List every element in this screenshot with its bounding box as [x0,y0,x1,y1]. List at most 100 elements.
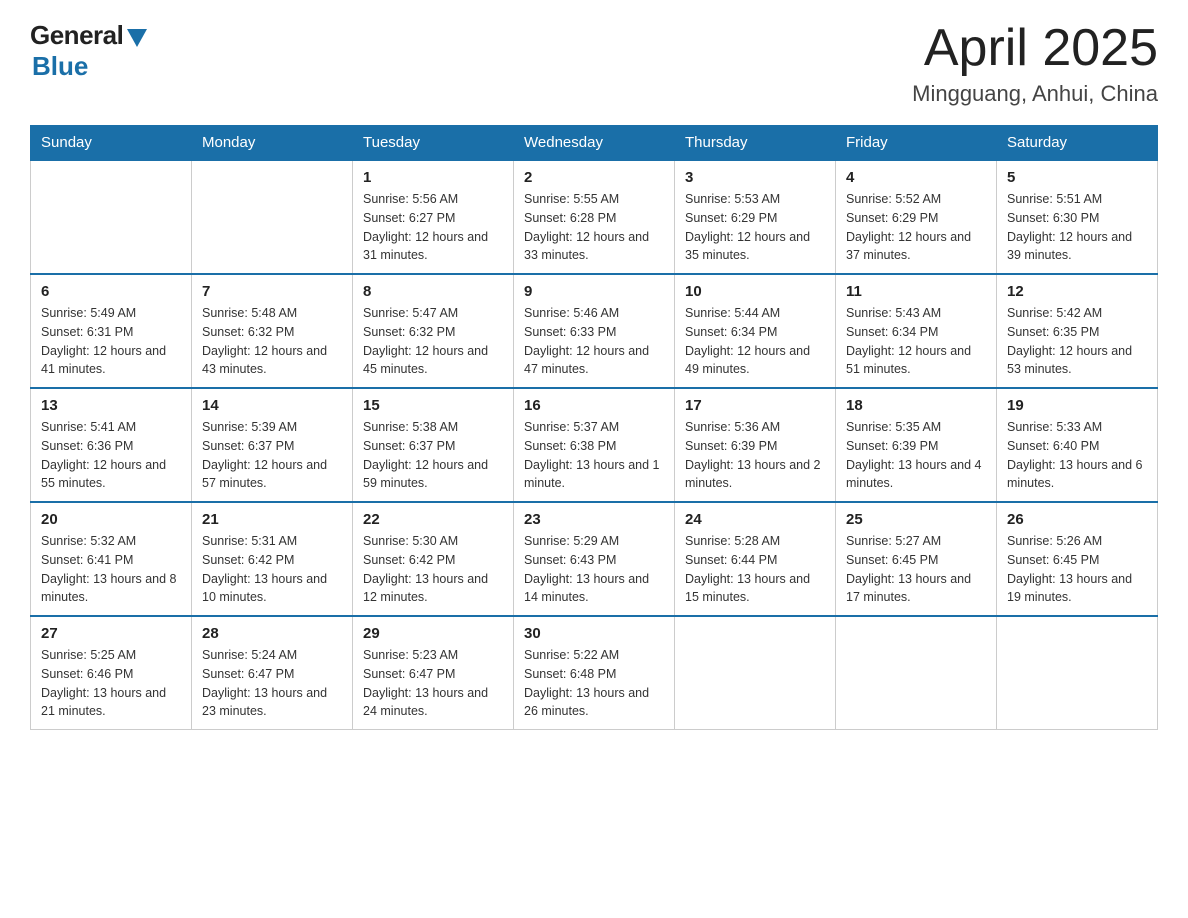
calendar-week-row: 6 Sunrise: 5:49 AM Sunset: 6:31 PM Daylig… [31,274,1158,388]
calendar-day-header: Sunday [31,126,192,161]
day-info: Sunrise: 5:52 AM Sunset: 6:29 PM Dayligh… [846,190,986,265]
day-info: Sunrise: 5:32 AM Sunset: 6:41 PM Dayligh… [41,532,181,607]
calendar-cell: 13 Sunrise: 5:41 AM Sunset: 6:36 PM Dayli… [31,388,192,502]
day-number: 26 [1007,511,1147,528]
calendar-cell: 7 Sunrise: 5:48 AM Sunset: 6:32 PM Daylig… [192,274,353,388]
calendar-day-header: Wednesday [514,126,675,161]
calendar-cell: 21 Sunrise: 5:31 AM Sunset: 6:42 PM Dayli… [192,502,353,616]
day-number: 21 [202,511,342,528]
day-info: Sunrise: 5:24 AM Sunset: 6:47 PM Dayligh… [202,646,342,721]
day-info: Sunrise: 5:55 AM Sunset: 6:28 PM Dayligh… [524,190,664,265]
day-number: 23 [524,511,664,528]
logo-triangle-icon [127,29,147,47]
day-number: 12 [1007,283,1147,300]
calendar-cell: 3 Sunrise: 5:53 AM Sunset: 6:29 PM Daylig… [675,160,836,274]
calendar-day-header: Monday [192,126,353,161]
day-info: Sunrise: 5:48 AM Sunset: 6:32 PM Dayligh… [202,304,342,379]
day-info: Sunrise: 5:51 AM Sunset: 6:30 PM Dayligh… [1007,190,1147,265]
calendar-cell [997,616,1158,730]
day-number: 6 [41,283,181,300]
calendar-cell: 27Sunrise: 5:25 AM Sunset: 6:46 PM Dayli… [31,616,192,730]
day-info: Sunrise: 5:43 AM Sunset: 6:34 PM Dayligh… [846,304,986,379]
day-info: Sunrise: 5:36 AM Sunset: 6:39 PM Dayligh… [685,418,825,493]
day-info: Sunrise: 5:41 AM Sunset: 6:36 PM Dayligh… [41,418,181,493]
day-info: Sunrise: 5:22 AM Sunset: 6:48 PM Dayligh… [524,646,664,721]
day-info: Sunrise: 5:35 AM Sunset: 6:39 PM Dayligh… [846,418,986,493]
day-info: Sunrise: 5:31 AM Sunset: 6:42 PM Dayligh… [202,532,342,607]
calendar-cell: 24 Sunrise: 5:28 AM Sunset: 6:44 PM Dayli… [675,502,836,616]
calendar-cell: 14Sunrise: 5:39 AM Sunset: 6:37 PM Dayli… [192,388,353,502]
page-header: General Blue April 2025 Mingguang, Anhui… [30,20,1158,107]
day-info: Sunrise: 5:39 AM Sunset: 6:37 PM Dayligh… [202,418,342,493]
day-number: 16 [524,397,664,414]
calendar-table: SundayMondayTuesdayWednesdayThursdayFrid… [30,125,1158,730]
day-number: 11 [846,283,986,300]
logo-blue-text: Blue [32,51,88,82]
day-number: 28 [202,625,342,642]
calendar-cell: 6 Sunrise: 5:49 AM Sunset: 6:31 PM Daylig… [31,274,192,388]
day-number: 7 [202,283,342,300]
calendar-week-row: 13 Sunrise: 5:41 AM Sunset: 6:36 PM Dayli… [31,388,1158,502]
day-info: Sunrise: 5:23 AM Sunset: 6:47 PM Dayligh… [363,646,503,721]
day-number: 1 [363,169,503,186]
calendar-cell: 4 Sunrise: 5:52 AM Sunset: 6:29 PM Daylig… [836,160,997,274]
day-number: 15 [363,397,503,414]
day-number: 9 [524,283,664,300]
logo-general-text: General [30,20,123,51]
day-number: 25 [846,511,986,528]
day-info: Sunrise: 5:53 AM Sunset: 6:29 PM Dayligh… [685,190,825,265]
day-number: 13 [41,397,181,414]
calendar-day-header: Tuesday [353,126,514,161]
logo: General Blue [30,20,147,82]
calendar-title: April 2025 [912,20,1158,77]
day-info: Sunrise: 5:26 AM Sunset: 6:45 PM Dayligh… [1007,532,1147,607]
calendar-location: Mingguang, Anhui, China [912,81,1158,107]
day-info: Sunrise: 5:46 AM Sunset: 6:33 PM Dayligh… [524,304,664,379]
day-number: 2 [524,169,664,186]
day-number: 4 [846,169,986,186]
calendar-day-header: Thursday [675,126,836,161]
day-info: Sunrise: 5:27 AM Sunset: 6:45 PM Dayligh… [846,532,986,607]
calendar-cell: 10Sunrise: 5:44 AM Sunset: 6:34 PM Dayli… [675,274,836,388]
day-info: Sunrise: 5:29 AM Sunset: 6:43 PM Dayligh… [524,532,664,607]
day-number: 18 [846,397,986,414]
calendar-week-row: 20Sunrise: 5:32 AM Sunset: 6:41 PM Dayli… [31,502,1158,616]
calendar-cell [31,160,192,274]
day-info: Sunrise: 5:56 AM Sunset: 6:27 PM Dayligh… [363,190,503,265]
title-block: April 2025 Mingguang, Anhui, China [912,20,1158,107]
day-number: 22 [363,511,503,528]
day-info: Sunrise: 5:30 AM Sunset: 6:42 PM Dayligh… [363,532,503,607]
day-info: Sunrise: 5:38 AM Sunset: 6:37 PM Dayligh… [363,418,503,493]
day-number: 8 [363,283,503,300]
calendar-cell: 1 Sunrise: 5:56 AM Sunset: 6:27 PM Daylig… [353,160,514,274]
calendar-cell: 28 Sunrise: 5:24 AM Sunset: 6:47 PM Dayli… [192,616,353,730]
calendar-cell: 23 Sunrise: 5:29 AM Sunset: 6:43 PM Dayli… [514,502,675,616]
calendar-cell: 5 Sunrise: 5:51 AM Sunset: 6:30 PM Daylig… [997,160,1158,274]
calendar-header-row: SundayMondayTuesdayWednesdayThursdayFrid… [31,126,1158,161]
day-info: Sunrise: 5:28 AM Sunset: 6:44 PM Dayligh… [685,532,825,607]
day-info: Sunrise: 5:25 AM Sunset: 6:46 PM Dayligh… [41,646,181,721]
day-number: 24 [685,511,825,528]
calendar-week-row: 27Sunrise: 5:25 AM Sunset: 6:46 PM Dayli… [31,616,1158,730]
calendar-cell [192,160,353,274]
day-number: 17 [685,397,825,414]
day-number: 29 [363,625,503,642]
calendar-cell: 22 Sunrise: 5:30 AM Sunset: 6:42 PM Dayli… [353,502,514,616]
calendar-cell: 19Sunrise: 5:33 AM Sunset: 6:40 PM Dayli… [997,388,1158,502]
calendar-cell: 8Sunrise: 5:47 AM Sunset: 6:32 PM Daylig… [353,274,514,388]
day-info: Sunrise: 5:49 AM Sunset: 6:31 PM Dayligh… [41,304,181,379]
day-number: 30 [524,625,664,642]
calendar-cell: 25 Sunrise: 5:27 AM Sunset: 6:45 PM Dayli… [836,502,997,616]
day-number: 3 [685,169,825,186]
calendar-cell: 29 Sunrise: 5:23 AM Sunset: 6:47 PM Dayli… [353,616,514,730]
day-number: 19 [1007,397,1147,414]
day-number: 5 [1007,169,1147,186]
day-info: Sunrise: 5:44 AM Sunset: 6:34 PM Dayligh… [685,304,825,379]
calendar-cell: 2 Sunrise: 5:55 AM Sunset: 6:28 PM Daylig… [514,160,675,274]
calendar-day-header: Saturday [997,126,1158,161]
day-info: Sunrise: 5:37 AM Sunset: 6:38 PM Dayligh… [524,418,664,493]
calendar-cell: 9 Sunrise: 5:46 AM Sunset: 6:33 PM Daylig… [514,274,675,388]
calendar-cell: 16 Sunrise: 5:37 AM Sunset: 6:38 PM Dayli… [514,388,675,502]
calendar-cell: 20Sunrise: 5:32 AM Sunset: 6:41 PM Dayli… [31,502,192,616]
day-info: Sunrise: 5:42 AM Sunset: 6:35 PM Dayligh… [1007,304,1147,379]
